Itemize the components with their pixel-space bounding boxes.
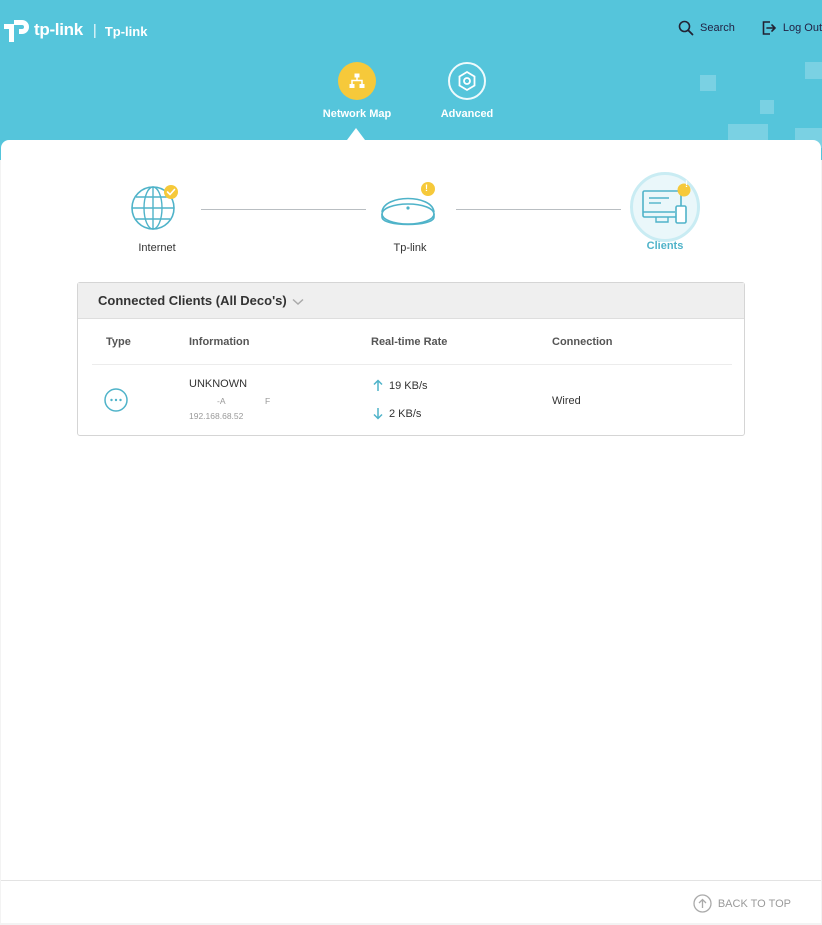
topology-node-clients[interactable]: ! Clients [620,172,710,252]
client-type-button[interactable] [104,388,128,417]
column-type: Type [106,336,131,348]
device-name: Tp-link [104,23,148,39]
client-ip: 192.168.68.52 [189,411,244,421]
connected-clients-card: Connected Clients (All Deco's) Type Info… [77,282,745,436]
active-tab-indicator [347,128,365,140]
advanced-gear-icon [458,70,476,92]
clients-devices-icon [642,183,691,224]
search-label: Search [700,22,735,34]
logout-icon [762,21,776,35]
network-topology: Internet Tp-link ! ! Clients [1,172,821,272]
decor-square [805,62,822,79]
column-connection: Connection [552,336,613,348]
client-mac-part1: -A [217,396,226,406]
page-footer: BACK TO TOP [1,880,821,923]
network-map-icon [349,73,365,88]
back-to-top-button[interactable]: BACK TO TOP [693,894,791,913]
upload-rate: 19 KB/s [373,379,428,392]
column-realtime-rate: Real-time Rate [371,336,448,348]
column-information: Information [189,336,250,348]
back-to-top-label: BACK TO TOP [717,897,791,910]
tab-advanced[interactable]: Advanced [428,62,506,120]
client-connection: Wired [552,395,581,407]
download-rate: 2 KB/s [373,407,421,420]
internet-label: Internet [138,242,176,254]
topology-node-router[interactable]: Tp-link ! [365,182,455,254]
logout-label: Log Out [782,22,822,34]
arrow-up-icon [373,379,383,391]
search-button[interactable]: Search [678,20,735,36]
arrow-up-circle-icon [693,894,712,913]
tab-advanced-circle [448,62,486,100]
topology-link-internet-router [201,209,366,210]
tab-network-map-circle [338,62,376,100]
topology-link-router-clients [456,209,621,210]
clients-halo: ! [630,172,700,242]
client-name: UNKNOWN [189,378,248,390]
top-header: tp-link | Tp-link Search Log Out Network… [0,0,822,160]
more-icon [104,388,128,412]
topology-node-internet[interactable]: Internet [112,182,202,254]
clients-filter-dropdown[interactable]: Connected Clients (All Deco's) [78,283,744,319]
clients-table-header: Type Information Real-time Rate Connecti… [92,319,732,365]
tab-network-map-label: Network Map [322,108,392,120]
top-actions: Search Log Out [652,20,822,36]
router-badge: ! [425,183,428,193]
logo-text: tp-link [34,20,83,39]
upload-rate-value: 19 KB/s [389,379,428,392]
tab-network-map[interactable]: Network Map [318,62,396,120]
arrow-down-icon [373,408,383,420]
table-row[interactable]: UNKNOWN -A F 192.168.68.52 19 KB/s 2 KB/… [92,365,732,435]
logo-separator: | [92,21,97,39]
search-icon [678,20,694,36]
globe-icon [131,185,178,230]
decor-square [700,75,716,91]
router-label: Tp-link [393,242,427,254]
logout-button[interactable]: Log Out [761,20,822,36]
tp-link-logo-icon [2,16,32,44]
client-mac-part2: F [265,396,271,406]
main-nav-tabs: Network Map Advanced [318,62,538,120]
tp-link-logo: tp-link | Tp-link [2,16,147,44]
deco-router-icon [381,182,435,226]
decor-square [760,100,774,114]
clients-badge: ! [685,179,688,189]
tab-advanced-label: Advanced [440,108,494,120]
download-rate-value: 2 KB/s [389,407,422,420]
chevron-down-icon [292,298,304,305]
clients-card-title: Connected Clients (All Deco's) [98,293,287,308]
main-panel: Internet Tp-link ! ! Clients Connected C… [1,140,821,880]
